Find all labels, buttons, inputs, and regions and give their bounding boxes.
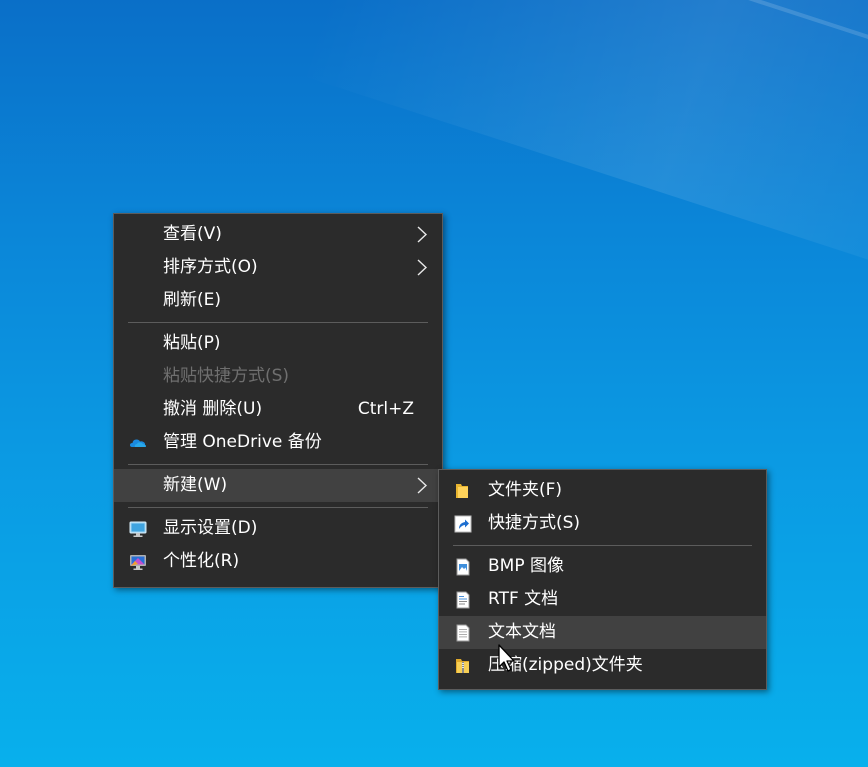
menu-item-view[interactable]: 查看(V)	[114, 218, 442, 251]
submenu-item-zipped-folder[interactable]: 压缩(zipped)文件夹	[439, 649, 766, 682]
submenu-item-shortcut[interactable]: 快捷方式(S)	[439, 507, 766, 540]
menu-item-label: 快捷方式(S)	[488, 513, 581, 533]
menu-item-paste[interactable]: 粘贴(P)	[114, 327, 442, 360]
menu-item-label: 显示设置(D)	[163, 518, 258, 538]
menu-item-label: 文件夹(F)	[488, 480, 563, 500]
display-settings-icon	[129, 521, 147, 537]
chevron-right-icon	[417, 477, 428, 494]
new-submenu: 文件夹(F) 快捷方式(S) BMP 图像 RTF 文档 文本文档 压缩(zip…	[438, 469, 767, 690]
menu-item-paste-shortcut: 粘贴快捷方式(S)	[114, 360, 442, 393]
chevron-right-icon	[417, 226, 428, 243]
menu-separator	[128, 464, 428, 465]
zip-folder-icon	[456, 659, 469, 673]
bitmap-icon	[456, 558, 470, 576]
menu-item-sort-by[interactable]: 排序方式(O)	[114, 251, 442, 284]
menu-separator	[128, 507, 428, 508]
menu-item-display-settings[interactable]: 显示设置(D)	[114, 512, 442, 545]
menu-item-label: 撤消 删除(U)	[163, 399, 263, 419]
menu-separator	[453, 545, 752, 546]
menu-item-label: BMP 图像	[488, 556, 564, 576]
menu-item-label: 个性化(R)	[163, 551, 240, 571]
desktop-context-menu: 查看(V) 排序方式(O) 刷新(E) 粘贴(P) 粘贴快捷方式(S) 撤消 删…	[113, 213, 443, 588]
menu-item-refresh[interactable]: 刷新(E)	[114, 284, 442, 317]
menu-item-label: 刷新(E)	[163, 290, 222, 310]
text-document-icon	[456, 624, 470, 642]
folder-icon	[456, 484, 468, 498]
shortcut-icon	[454, 515, 472, 533]
submenu-item-folder[interactable]: 文件夹(F)	[439, 474, 766, 507]
menu-item-label: 管理 OneDrive 备份	[163, 432, 322, 452]
menu-item-label: 粘贴快捷方式(S)	[163, 366, 290, 386]
menu-item-label: 粘贴(P)	[163, 333, 221, 353]
menu-item-undo-delete[interactable]: 撤消 删除(U) Ctrl+Z	[114, 393, 442, 426]
personalize-icon	[130, 555, 146, 570]
menu-item-label: 排序方式(O)	[163, 257, 258, 277]
submenu-item-rtf-document[interactable]: RTF 文档	[439, 583, 766, 616]
submenu-item-text-document[interactable]: 文本文档	[439, 616, 766, 649]
menu-item-shortcut: Ctrl+Z	[357, 399, 414, 419]
mouse-pointer-icon	[498, 644, 515, 672]
rtf-document-icon	[456, 591, 470, 609]
onedrive-icon	[130, 439, 146, 447]
menu-item-new[interactable]: 新建(W)	[114, 469, 442, 502]
menu-item-personalize[interactable]: 个性化(R)	[114, 545, 442, 578]
chevron-right-icon	[417, 259, 428, 276]
menu-item-manage-onedrive-backup[interactable]: 管理 OneDrive 备份	[114, 426, 442, 459]
menu-item-label: 新建(W)	[163, 475, 228, 495]
menu-item-label: RTF 文档	[488, 589, 559, 609]
menu-separator	[128, 322, 428, 323]
menu-item-label: 查看(V)	[163, 224, 222, 244]
submenu-item-bmp-image[interactable]: BMP 图像	[439, 550, 766, 583]
